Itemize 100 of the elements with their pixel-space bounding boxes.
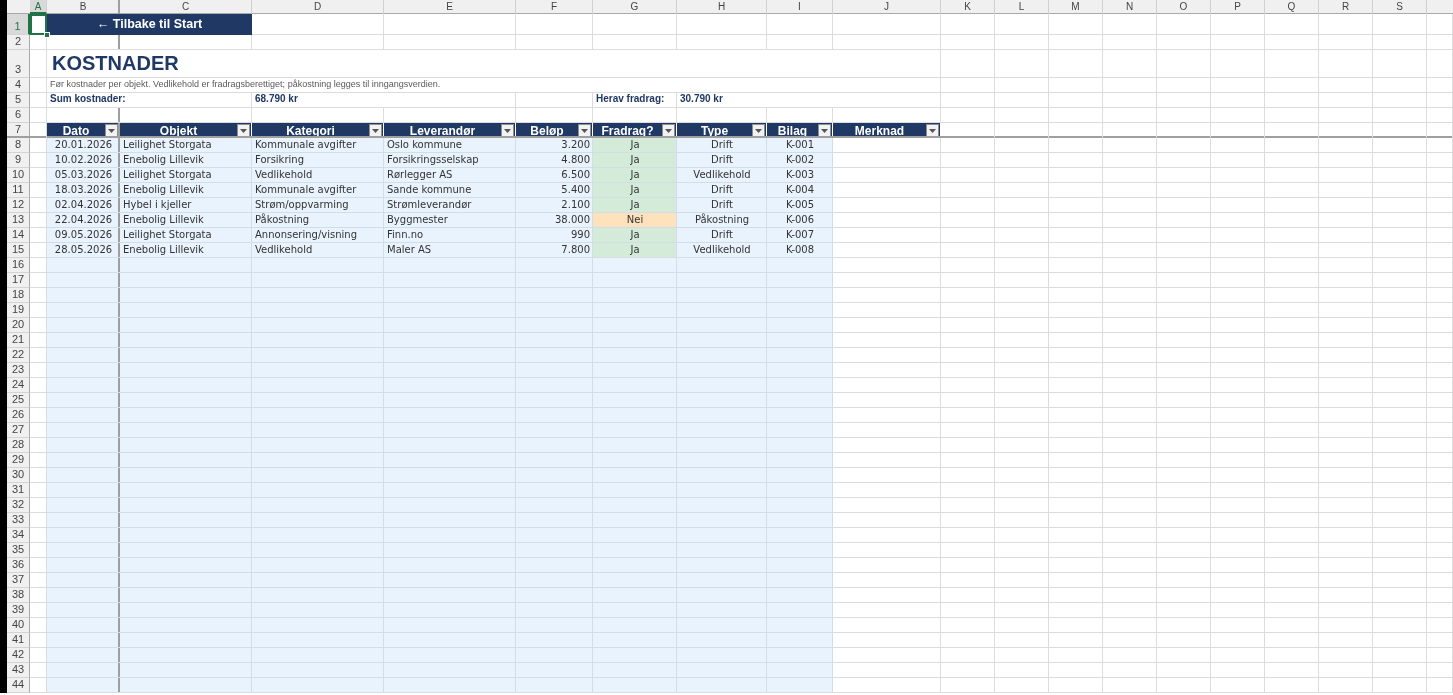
row-number[interactable]: 27 <box>7 423 30 438</box>
row-number[interactable]: 24 <box>7 378 30 393</box>
row-number[interactable]: 32 <box>7 498 30 513</box>
caret-icon <box>504 128 511 133</box>
row-number[interactable]: 23 <box>7 363 30 378</box>
row-number[interactable]: 39 <box>7 603 30 618</box>
row-number[interactable]: 29 <box>7 453 30 468</box>
row-number[interactable]: 38 <box>7 588 30 603</box>
table-cell-text: 20.01.2026 <box>53 138 114 152</box>
table-cell-text: K-003 <box>784 168 816 182</box>
row-number[interactable]: 30 <box>7 468 30 483</box>
table-cell-text: Drift <box>710 138 734 152</box>
table-cell-text: 7.800 <box>560 243 591 257</box>
row-number[interactable]: 34 <box>7 528 30 543</box>
table-cell-text: K-004 <box>784 183 816 197</box>
row-number[interactable]: 6 <box>7 108 30 123</box>
table-cell-text: Hybel i kjeller <box>122 198 193 212</box>
table-cell-text: Maler AS <box>386 243 433 257</box>
row-number[interactable]: 5 <box>7 93 30 108</box>
row-number[interactable]: 42 <box>7 648 30 663</box>
table-cell-text: Leilighet Storgata <box>122 138 213 152</box>
row-number[interactable]: 8 <box>7 138 30 153</box>
table-cell-text: 990 <box>569 228 591 242</box>
table-cell-text: Vedlikehold <box>692 168 752 182</box>
table-cell-text: 4.800 <box>560 153 591 167</box>
caret-icon <box>821 128 828 133</box>
fill-handle[interactable] <box>44 32 50 38</box>
table-cell-text: Påkostning <box>693 213 751 227</box>
row-number[interactable]: 36 <box>7 558 30 573</box>
table-cell-text: Strømleverandør <box>386 198 473 212</box>
table-cell-text: 09.05.2026 <box>53 228 114 242</box>
table-cell-text: K-006 <box>784 213 816 227</box>
table-cell-text: Enebolig Lillevik <box>122 213 205 227</box>
table-cell-text: 3.200 <box>560 138 591 152</box>
table-cell-text: K-008 <box>784 243 816 257</box>
row-number[interactable]: 17 <box>7 273 30 288</box>
row-number[interactable]: 43 <box>7 663 30 678</box>
back-button[interactable]: ← Tilbake til Start <box>47 14 252 35</box>
row-number[interactable]: 41 <box>7 633 30 648</box>
row-number[interactable]: 33 <box>7 513 30 528</box>
caret-icon <box>665 128 672 133</box>
table-cell-text: Enebolig Lillevik <box>122 243 205 257</box>
caret-icon <box>755 128 762 133</box>
row-number[interactable]: 20 <box>7 318 30 333</box>
table-cell-text: Drift <box>710 228 734 242</box>
row-number[interactable]: 40 <box>7 618 30 633</box>
row-number[interactable]: 4 <box>7 78 30 93</box>
row-number[interactable]: 14 <box>7 228 30 243</box>
row-number[interactable]: 1 <box>7 14 30 35</box>
table-cell-text: Drift <box>710 198 734 212</box>
row-number[interactable]: 13 <box>7 213 30 228</box>
table-cell-text: 18.03.2026 <box>53 183 114 197</box>
row-number[interactable]: 25 <box>7 393 30 408</box>
row-number[interactable]: 12 <box>7 198 30 213</box>
table-cell-text: Annonsering/visning <box>254 228 358 242</box>
row-number[interactable]: 15 <box>7 243 30 258</box>
table-cell-text: K-001 <box>784 138 816 152</box>
table-cell-text: Drift <box>710 153 734 167</box>
row-number[interactable]: 37 <box>7 573 30 588</box>
table-cell-text: 5.400 <box>560 183 591 197</box>
table-cell-text: Kommunale avgifter <box>254 138 358 152</box>
table-cell-text: Drift <box>710 183 734 197</box>
table-cell-text: 38.000 <box>554 213 591 227</box>
row-number[interactable]: 28 <box>7 438 30 453</box>
row-number[interactable]: 3 <box>7 50 30 78</box>
table-cell-text: 22.04.2026 <box>53 213 114 227</box>
caret-icon <box>240 128 247 133</box>
row-number[interactable]: 21 <box>7 333 30 348</box>
table-cell-text: Rørlegger AS <box>386 168 454 182</box>
table-cell-text: Leilighet Storgata <box>122 168 213 182</box>
row-number[interactable]: 11 <box>7 183 30 198</box>
table-cell-text: Vedlikehold <box>254 168 314 182</box>
table-cell-text: Forsikringsselskap <box>386 153 480 167</box>
column-letter[interactable]: A <box>30 0 47 14</box>
caret-icon <box>581 128 588 133</box>
table-cell-text: 10.02.2026 <box>53 153 114 167</box>
row-number[interactable]: 2 <box>7 35 30 50</box>
row-number[interactable]: 44 <box>7 678 30 693</box>
row-number[interactable]: 22 <box>7 348 30 363</box>
table-cell-text: Leilighet Storgata <box>122 228 213 242</box>
row-number[interactable]: 16 <box>7 258 30 273</box>
table-cell-text: K-007 <box>784 228 816 242</box>
table-cell-text: Vedlikehold <box>254 243 314 257</box>
table-cell-text: K-002 <box>784 153 816 167</box>
row-number[interactable]: 35 <box>7 543 30 558</box>
row-number[interactable]: 18 <box>7 288 30 303</box>
row-number[interactable]: 19 <box>7 303 30 318</box>
table-cell-text: Påkostning <box>254 213 311 227</box>
row-number[interactable]: 9 <box>7 153 30 168</box>
caret-icon <box>108 128 115 133</box>
table-cell-text: 05.03.2026 <box>53 168 114 182</box>
table-cell-text: Enebolig Lillevik <box>122 183 205 197</box>
table-cell-text: 28.05.2026 <box>53 243 114 257</box>
table-cell-text: 6.500 <box>560 168 591 182</box>
table-cell-text: Forsikring <box>254 153 305 167</box>
table-cell-text: Byggmester <box>386 213 449 227</box>
table-cell-text: Finn.no <box>386 228 425 242</box>
row-number[interactable]: 26 <box>7 408 30 423</box>
row-number[interactable]: 31 <box>7 483 30 498</box>
row-number[interactable]: 10 <box>7 168 30 183</box>
